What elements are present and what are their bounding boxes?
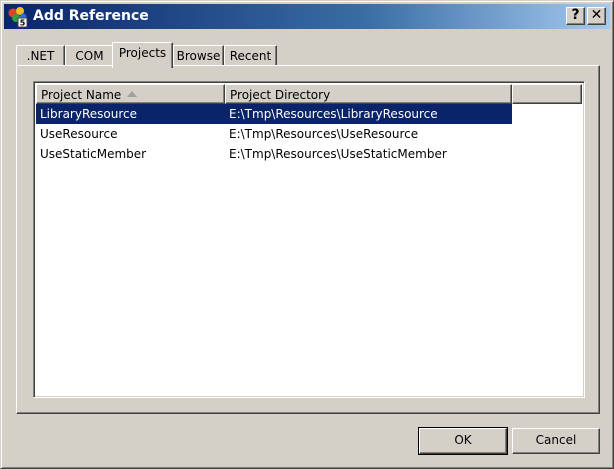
column-header-project-directory[interactable]: Project Directory	[225, 84, 512, 104]
list-header: Project Name Project Directory	[36, 84, 582, 104]
close-button[interactable]: ✕	[587, 7, 606, 25]
project-name-cell: LibraryResource	[40, 107, 137, 121]
projects-tab-panel: Project Name Project Directory LibraryRe…	[16, 65, 600, 414]
cancel-button[interactable]: Cancel	[512, 428, 600, 454]
tab-browse[interactable]: Browse	[173, 45, 224, 66]
sort-ascending-icon	[127, 91, 137, 97]
list-item[interactable]: LibraryResource E:\Tmp\Resources\Library…	[36, 104, 512, 124]
ok-button[interactable]: OK	[418, 427, 508, 455]
column-header-filler	[512, 84, 582, 104]
close-icon: ✕	[590, 7, 603, 23]
project-directory-cell: E:\Tmp\Resources\UseResource	[229, 127, 419, 141]
tab-net[interactable]: .NET	[16, 45, 65, 66]
projects-list-view[interactable]: Project Name Project Directory LibraryRe…	[33, 81, 585, 398]
visual-studio-icon: 5	[7, 6, 29, 28]
column-header-label: Project Name	[41, 88, 122, 102]
list-item[interactable]: UseResource E:\Tmp\Resources\UseResource	[36, 124, 512, 144]
tab-com[interactable]: COM	[65, 45, 114, 66]
project-directory-cell: E:\Tmp\Resources\UseStaticMember	[229, 147, 447, 161]
column-header-label: Project Directory	[230, 88, 331, 102]
project-name-cell: UseResource	[40, 127, 118, 141]
project-name-cell: UseStaticMember	[40, 147, 147, 161]
list-rows: LibraryResource E:\Tmp\Resources\Library…	[36, 104, 582, 164]
window-title: Add Reference	[33, 8, 149, 24]
tab-recent[interactable]: Recent	[224, 45, 277, 66]
column-header-project-name[interactable]: Project Name	[36, 84, 225, 104]
add-reference-dialog: 5 Add Reference ? ✕ .NET COM Projects Br…	[0, 0, 614, 469]
project-directory-cell: E:\Tmp\Resources\LibraryResource	[229, 107, 438, 121]
tab-projects[interactable]: Projects	[112, 42, 173, 68]
help-button[interactable]: ?	[566, 7, 585, 25]
svg-text:5: 5	[20, 19, 26, 28]
tab-strip: .NET COM Projects Browse Recent	[16, 42, 596, 68]
title-bar[interactable]: 5 Add Reference ? ✕	[4, 4, 610, 29]
list-item[interactable]: UseStaticMember E:\Tmp\Resources\UseStat…	[36, 144, 512, 164]
help-icon: ?	[571, 7, 580, 23]
